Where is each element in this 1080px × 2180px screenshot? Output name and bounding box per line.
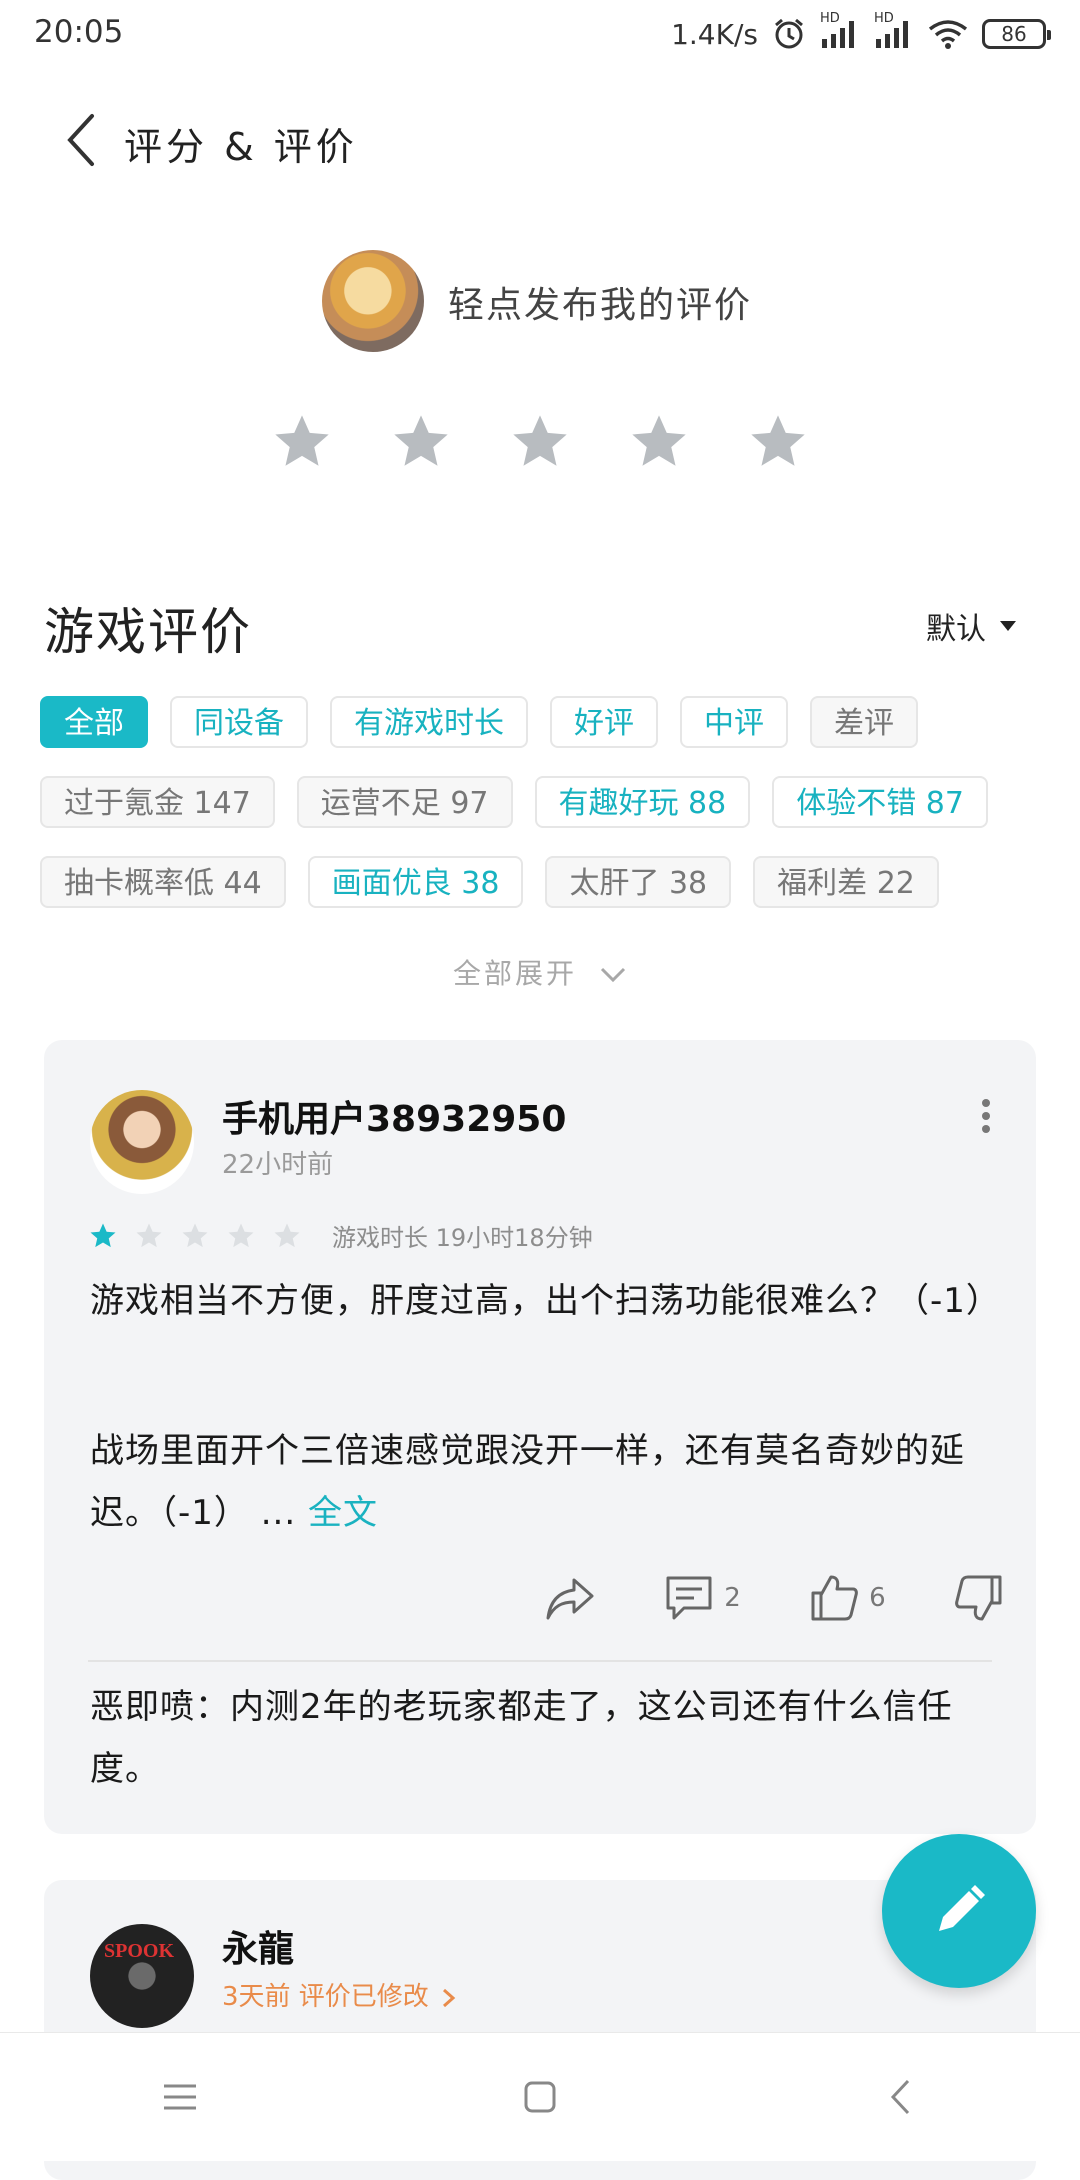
username-2[interactable]: 永龍 (222, 1920, 294, 1972)
back-nav-button[interactable] (860, 2057, 940, 2137)
review-time-2[interactable]: 3天前 评价已修改 (222, 1976, 457, 2013)
star-empty-icon (182, 1223, 208, 1247)
status-bar: 20:05 1.4K/s HD HD 86 (0, 0, 1080, 66)
rate-star-3[interactable] (508, 410, 572, 474)
caret-down-icon (1000, 621, 1016, 631)
comment-button[interactable]: 2 (664, 1574, 741, 1622)
pencil-icon (939, 1885, 985, 1931)
tag-same-device[interactable]: 同设备 (170, 696, 308, 748)
system-nav-bar (0, 2032, 1080, 2161)
star-empty-icon (136, 1223, 162, 1247)
review-paragraph-2: 战场里面开个三倍速感觉跟没开一样，还有莫名奇妙的延迟。（-1） ... 全文 (90, 1420, 990, 1544)
filter-tags: 全部 同设备 有游戏时长 好评 中评 差评 过于氪金 147 运营不足 97 有… (40, 696, 1050, 936)
my-avatar[interactable] (322, 250, 424, 352)
signal-icon-2: HD (874, 11, 914, 49)
tag-low-gacha-rate[interactable]: 抽卡概率低 44 (40, 856, 286, 908)
avatar[interactable] (90, 1090, 194, 1194)
tag-row-1: 全部 同设备 有游戏时长 好评 中评 差评 (40, 696, 1050, 748)
status-icons: 1.4K/s HD HD 86 (671, 11, 1051, 54)
wifi-icon (928, 19, 968, 49)
star-empty-icon (228, 1223, 254, 1247)
review-paragraph-text: 战场里面开个三倍速感觉跟没开一样，还有莫名奇妙的延迟。（-1） ... (90, 1431, 965, 1533)
playtime: 游戏时长 19小时18分钟 (332, 1224, 593, 1252)
tag-too-grindy[interactable]: 太肝了 38 (545, 856, 732, 908)
chevron-right-icon (443, 1988, 456, 2007)
tag-pay-to-win[interactable]: 过于氪金 147 (40, 776, 275, 828)
avatar-2[interactable]: SPOOK (90, 1924, 194, 2028)
like-button[interactable]: 6 (809, 1573, 886, 1623)
tag-fun[interactable]: 有趣好玩 88 (534, 776, 751, 828)
tag-good-graphics[interactable]: 画面优良 38 (307, 856, 524, 908)
rate-star-2[interactable] (389, 410, 453, 474)
signal-hd-label-2: HD (874, 11, 894, 26)
chevron-left-icon (67, 114, 94, 166)
tag-good-experience[interactable]: 体验不错 87 (772, 776, 988, 828)
home-button[interactable] (500, 2057, 580, 2137)
full-text-link[interactable]: 全文 (308, 1493, 378, 1533)
tag-row-3: 抽卡概率低 44 画面优良 38 太肝了 38 福利差 22 (40, 856, 1050, 908)
chevron-left-icon (890, 2079, 910, 2115)
section-title: 游戏评价 (44, 603, 252, 661)
review-time-2-text: 3天前 评价已修改 (222, 1982, 429, 2012)
expand-all-button[interactable]: 全部展开 (0, 952, 1080, 992)
sort-dropdown[interactable]: 默认 (926, 604, 1016, 648)
dislike-button[interactable] (954, 1573, 1004, 1623)
status-time: 20:05 (34, 14, 124, 50)
battery-icon: 86 (982, 19, 1051, 49)
share-button[interactable] (544, 1574, 596, 1622)
menu-icon (164, 2084, 196, 2110)
rate-star-1[interactable] (270, 410, 334, 474)
post-review-prompt[interactable]: 轻点发布我的评价 (448, 276, 752, 328)
sort-label: 默认 (926, 612, 986, 647)
review-actions: 2 6 (544, 1568, 1004, 1628)
comment-icon (666, 1576, 712, 1620)
review-time: 22小时前 (222, 1150, 334, 1180)
alarm-icon (772, 17, 806, 51)
comment-count: 2 (724, 1583, 741, 1613)
username[interactable]: 手机用户38932950 (222, 1090, 566, 1142)
like-count: 6 (869, 1583, 886, 1613)
write-review-button[interactable] (882, 1834, 1036, 1988)
reply-text[interactable]: 恶即喷：内测2年的老玩家都走了，这公司还有什么信任度。 (90, 1676, 970, 1800)
review-card: 手机用户38932950 22小时前 游戏时长 19小时18分钟 游戏相当不方便… (44, 1040, 1036, 1834)
divider (88, 1660, 992, 1662)
more-options-icon[interactable] (980, 1098, 992, 1134)
signal-icon: HD (820, 11, 860, 49)
tag-row-2: 过于氪金 147 运营不足 97 有趣好玩 88 体验不错 87 (40, 776, 1050, 828)
back-button[interactable] (54, 112, 110, 168)
review-paragraph: 游戏相当不方便，肝度过高，出个扫荡功能很难么？（-1） (90, 1281, 1001, 1321)
star-filled-icon (90, 1223, 116, 1247)
signal-hd-label: HD (820, 11, 840, 26)
rate-star-5[interactable] (746, 410, 810, 474)
tag-poor-operation[interactable]: 运营不足 97 (296, 776, 513, 828)
chevron-down-icon (600, 967, 626, 983)
star-empty-icon (274, 1223, 300, 1247)
tag-positive[interactable]: 好评 (550, 696, 658, 748)
tag-all[interactable]: 全部 (40, 696, 148, 748)
menu-button[interactable] (140, 2057, 220, 2137)
thumbs-down-icon (955, 1575, 1002, 1621)
expand-all-label: 全部展开 (453, 957, 578, 990)
tag-negative[interactable]: 差评 (810, 696, 918, 748)
review-rating: 游戏时长 19小时18分钟 (88, 1218, 593, 1253)
tag-has-playtime[interactable]: 有游戏时长 (330, 696, 528, 748)
tag-neutral[interactable]: 中评 (680, 696, 788, 748)
rate-star-4[interactable] (627, 410, 691, 474)
square-icon (524, 2081, 556, 2113)
page-title: 评分 & 评价 (124, 125, 358, 169)
net-speed: 1.4K/s (671, 17, 758, 51)
avatar-logo-text: SPOOK (104, 1940, 175, 1962)
thumbs-up-icon (811, 1575, 859, 1621)
share-icon (546, 1578, 594, 1620)
tag-poor-welfare[interactable]: 福利差 22 (753, 856, 939, 908)
rating-input[interactable] (270, 410, 810, 480)
